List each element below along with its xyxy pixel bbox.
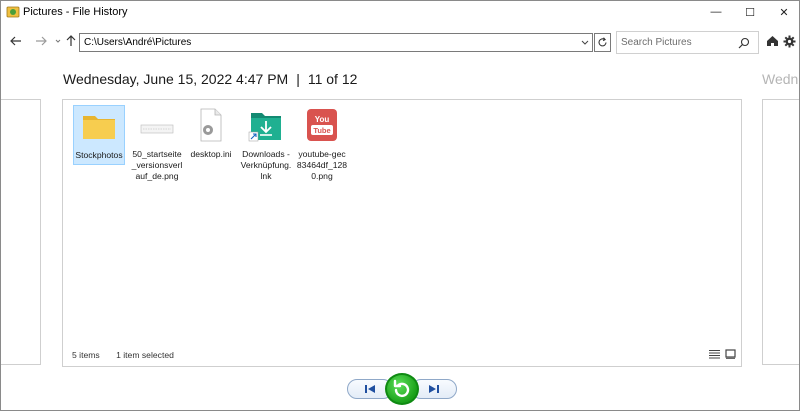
- arrow-up-icon[interactable]: [64, 34, 78, 48]
- search-input[interactable]: Search Pictures: [616, 31, 759, 54]
- gear-icon[interactable]: [782, 34, 796, 48]
- svg-text:You: You: [315, 115, 330, 124]
- title-bar: Pictures - File History — ☐ ✕: [1, 1, 799, 23]
- minimize-button[interactable]: —: [699, 1, 733, 23]
- youtube-icon: You Tube: [307, 109, 337, 141]
- file-item-startseite-png[interactable]: 50_startseite_versionsverlauf_de.png: [131, 105, 183, 182]
- next-snapshot-panel[interactable]: [762, 99, 799, 365]
- file-name: Downloads - Verknüpfung.lnk: [240, 149, 292, 181]
- snapshot-header: Wednesday, June 15, 2022 4:47 PM | 11 of 1…: [63, 71, 357, 87]
- arrow-left-icon[interactable]: [9, 34, 23, 48]
- window-title: Pictures - File History: [23, 6, 128, 18]
- file-list-panel: Stockphotos 50_startseite_versionsverlau…: [62, 99, 742, 367]
- file-history-app-icon: [6, 6, 20, 18]
- status-bar: 5 items 1 item selected: [72, 350, 174, 360]
- restore-arrow-icon: [393, 379, 410, 398]
- close-button[interactable]: ✕: [767, 1, 799, 23]
- search-placeholder: Search Pictures: [621, 37, 692, 48]
- large-icons-view-icon[interactable]: [725, 349, 736, 359]
- downloads-shortcut-icon: [248, 113, 281, 142]
- svg-text:Tube: Tube: [313, 126, 330, 135]
- snapshot-position: 11 of 12: [307, 71, 358, 87]
- arrow-right-icon[interactable]: [34, 34, 48, 48]
- file-item-downloads-shortcut[interactable]: Downloads - Verknüpfung.lnk: [240, 105, 292, 182]
- restore-button[interactable]: [385, 373, 419, 405]
- playback-controls: [347, 373, 457, 405]
- next-snapshot-peek: Wedne: [762, 71, 799, 87]
- chevron-down-icon[interactable]: [53, 34, 63, 48]
- file-name: Stockphotos: [75, 150, 123, 160]
- file-item-stockphotos[interactable]: Stockphotos: [73, 105, 125, 165]
- file-history-window: Pictures - File History — ☐ ✕ C:\Users\A…: [0, 0, 800, 411]
- header-separator: |: [296, 71, 300, 87]
- file-name: 50_startseite_versionsverlauf_de.png: [131, 149, 183, 181]
- navigation-bar: C:\Users\André\Pictures Search Pictures: [1, 29, 799, 55]
- home-icon[interactable]: [765, 34, 779, 48]
- folder-icon: [83, 116, 115, 139]
- image-thumbnail-icon: [140, 124, 174, 134]
- snapshot-date: Wednesday, June 15, 2022 4:47 PM: [63, 71, 289, 87]
- refresh-button[interactable]: [594, 33, 611, 52]
- settings-file-icon: [200, 108, 222, 142]
- item-count: 5 items: [72, 350, 100, 360]
- skip-previous-icon: [365, 385, 375, 393]
- search-icon[interactable]: [738, 37, 750, 49]
- address-field[interactable]: C:\Users\André\Pictures: [79, 33, 593, 52]
- refresh-icon: [598, 37, 607, 47]
- maximize-button[interactable]: ☐: [733, 1, 767, 23]
- file-item-desktop-ini[interactable]: desktop.ini: [185, 105, 237, 160]
- skip-next-icon: [429, 385, 439, 393]
- address-path: C:\Users\André\Pictures: [84, 37, 192, 48]
- file-item-youtube-png[interactable]: You Tube youtube-gec83464df_1280.png: [296, 105, 348, 182]
- file-name: youtube-gec83464df_1280.png: [296, 149, 348, 181]
- file-name: desktop.ini: [190, 149, 232, 159]
- selection-count: 1 item selected: [116, 350, 174, 360]
- details-view-icon[interactable]: [709, 349, 720, 359]
- address-dropdown-icon[interactable]: [581, 34, 589, 57]
- previous-snapshot-panel[interactable]: [1, 99, 41, 365]
